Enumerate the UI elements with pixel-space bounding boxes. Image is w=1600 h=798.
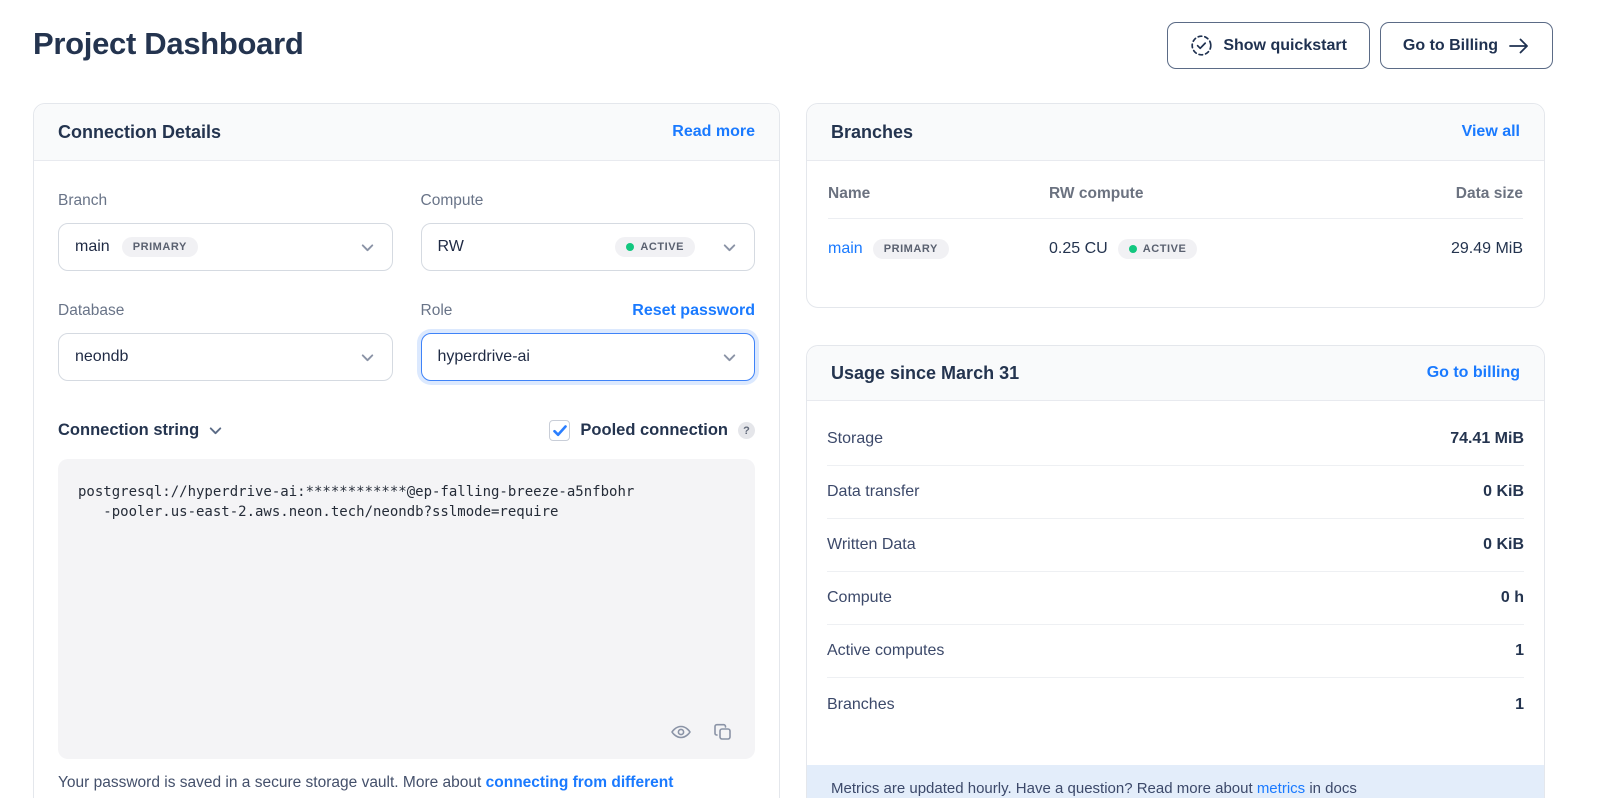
metric-label: Compute [827,589,892,607]
compute-label: Compute [421,192,484,210]
project-dashboard-page: Project Dashboard Show quickstart Go to … [0,0,1600,798]
password-vault-note: Your password is saved in a secure stora… [58,774,755,792]
help-icon[interactable]: ? [738,422,755,439]
metric-value: 0 KiB [1483,536,1524,554]
metric-value: 74.41 MiB [1450,430,1524,448]
compute-status-badge: ACTIVE [615,237,695,257]
chevron-down-icon [359,239,376,256]
copy-icon[interactable] [711,720,735,744]
chevron-down-icon [207,422,224,439]
compute-value: RW [438,238,464,256]
branch-status-label: ACTIVE [1143,243,1187,255]
metric-value: 1 [1515,696,1524,714]
connection-string-row: Connection string Pooled connection ? [58,420,755,441]
database-label: Database [58,302,124,320]
connection-form: Branch main PRIMARY Compute [34,161,779,792]
database-select[interactable]: neondb [58,333,393,381]
list-item: Active computes 1 [827,625,1524,678]
connection-details-title: Connection Details [58,122,221,143]
metric-label: Branches [827,696,895,714]
branches-header: Branches View all [807,104,1544,161]
view-all-link[interactable]: View all [1462,123,1520,141]
compute-units: 0.25 CU [1049,240,1108,258]
list-item: Storage 74.41 MiB [827,413,1524,466]
branch-field: Branch main PRIMARY [58,161,393,271]
col-name: Name [828,185,1049,203]
connection-string-value: postgresql://hyperdrive-ai:************@… [58,459,755,546]
branch-status-badge: ACTIVE [1118,239,1198,259]
metric-value: 1 [1515,642,1524,660]
show-quickstart-label: Show quickstart [1223,37,1347,55]
pooled-connection-label: Pooled connection [580,421,728,440]
chevron-down-icon [359,349,376,366]
compute-select[interactable]: RW ACTIVE [421,223,756,271]
chevron-down-icon [721,349,738,366]
list-item: Compute 0 h [827,572,1524,625]
go-to-billing-button[interactable]: Go to Billing [1380,22,1553,69]
connection-string-box[interactable]: postgresql://hyperdrive-ai:************@… [58,459,755,759]
connection-string-toggle[interactable]: Connection string [58,421,224,440]
primary-badge: PRIMARY [122,237,198,257]
role-select[interactable]: hyperdrive-ai [421,333,756,381]
header-actions: Show quickstart Go to Billing [1167,22,1553,69]
active-status-dot [626,243,634,251]
pooled-connection-control: Pooled connection ? [549,420,755,441]
branch-size-cell: 29.49 MiB [1353,240,1523,258]
metrics-info-banner: Metrics are updated hourly. Have a quest… [807,765,1544,798]
connection-details-header: Connection Details Read more [34,104,779,161]
metric-label: Data transfer [827,483,919,501]
active-status-dot [1129,245,1137,253]
quickstart-check-icon [1190,34,1213,57]
reset-password-link[interactable]: Reset password [632,302,755,320]
reveal-password-eye-icon[interactable] [669,720,693,744]
arrow-right-icon [1508,37,1530,55]
list-item: Branches 1 [827,678,1524,731]
usage-metrics-list: Storage 74.41 MiB Data transfer 0 KiB Wr… [807,401,1544,731]
metric-label: Written Data [827,536,916,554]
branch-main-link[interactable]: main [828,240,863,258]
usage-title: Usage since March 31 [831,363,1019,384]
connecting-from-different-link[interactable]: connecting from different [486,774,674,791]
compute-field: Compute RW ACTIVE [421,161,756,271]
branches-card: Branches View all Name RW compute Data s… [806,103,1545,308]
role-label: Role [421,302,453,320]
col-rw-compute: RW compute [1049,185,1353,203]
list-item: Data transfer 0 KiB [827,466,1524,519]
pooled-connection-checkbox[interactable] [549,420,570,441]
branches-table-header: Name RW compute Data size [828,161,1523,219]
list-item: Written Data 0 KiB [827,519,1524,572]
connection-string-label: Connection string [58,421,199,440]
role-field: Role Reset password hyperdrive-ai [421,271,756,381]
metric-label: Storage [827,430,883,448]
go-to-billing-label: Go to Billing [1403,37,1498,55]
branches-table: Name RW compute Data size main PRIMARY 0… [807,161,1544,279]
primary-badge: PRIMARY [873,239,949,259]
read-more-link[interactable]: Read more [672,123,755,141]
connection-details-card: Connection Details Read more Branch main… [33,103,780,798]
show-quickstart-button[interactable]: Show quickstart [1167,22,1370,69]
database-field: Database neondb [58,271,393,381]
usage-header: Usage since March 31 Go to billing [807,346,1544,401]
branch-select[interactable]: main PRIMARY [58,223,393,271]
branch-compute-cell: 0.25 CU ACTIVE [1049,239,1353,259]
branches-title: Branches [831,122,913,143]
branch-label: Branch [58,192,107,210]
go-to-billing-link[interactable]: Go to billing [1427,364,1520,382]
usage-card: Usage since March 31 Go to billing Stora… [806,345,1545,798]
metric-label: Active computes [827,642,944,660]
metric-value: 0 h [1501,589,1524,607]
page-title: Project Dashboard [33,26,304,62]
table-row: main PRIMARY 0.25 CU ACTIVE 29.49 MiB [828,219,1523,279]
chevron-down-icon [721,239,738,256]
database-value: neondb [75,348,128,366]
role-value: hyperdrive-ai [438,348,530,366]
metric-value: 0 KiB [1483,483,1524,501]
col-data-size: Data size [1353,185,1523,203]
metrics-docs-link[interactable]: metrics [1257,780,1305,797]
branch-name-cell: main PRIMARY [828,239,1049,259]
compute-status-label: ACTIVE [640,241,684,253]
branch-value: main [75,238,110,256]
